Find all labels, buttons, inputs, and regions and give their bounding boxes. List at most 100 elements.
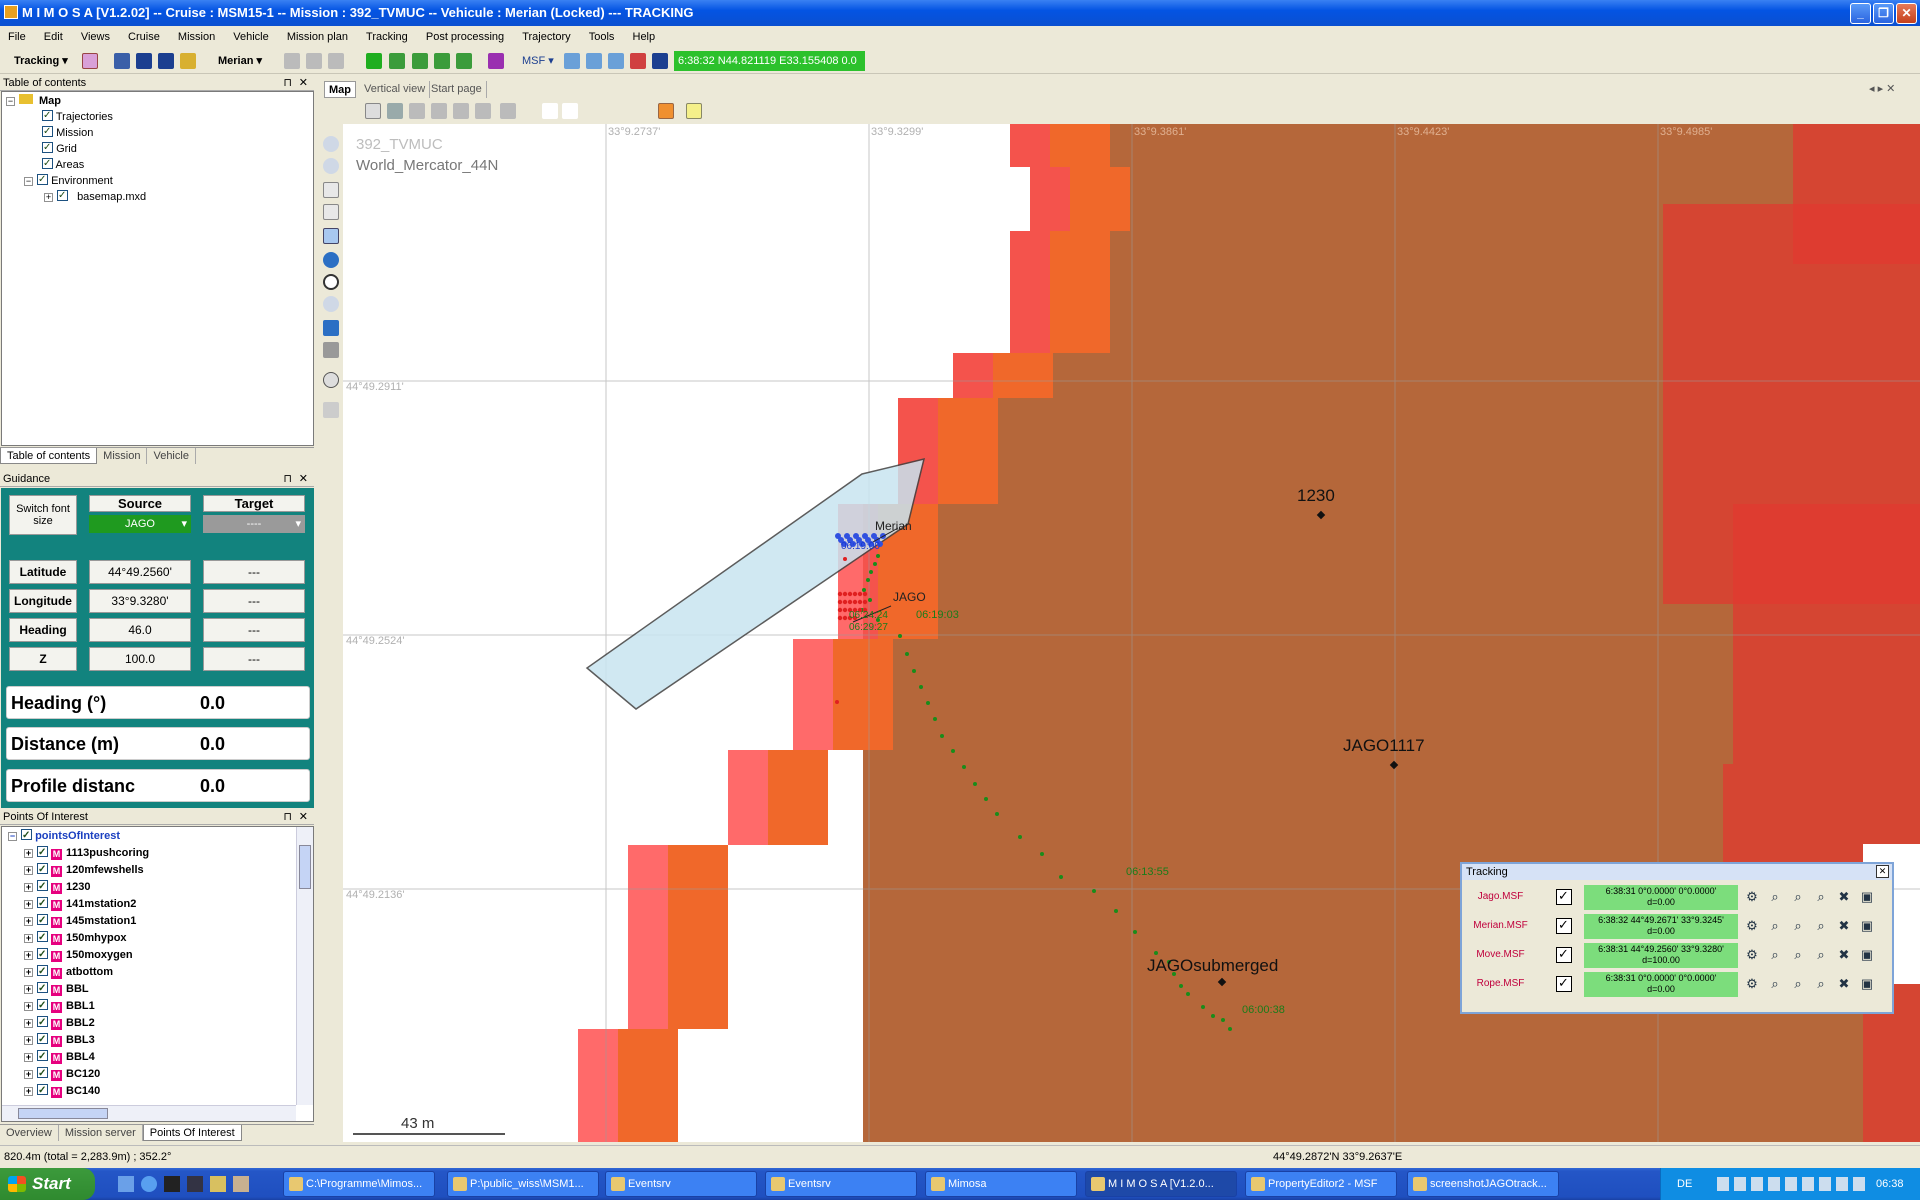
calendar-icon[interactable] (82, 53, 98, 69)
poi-item-checkbox[interactable] (37, 1031, 48, 1048)
vehicle-dropdown[interactable]: Merian ▾ (218, 52, 262, 70)
poi-scrollbar[interactable] (296, 827, 313, 1105)
save-icon[interactable] (136, 53, 152, 69)
grid-icon[interactable] (284, 53, 300, 69)
trajectory-add-icon[interactable] (412, 53, 428, 69)
expand-icon[interactable]: + (24, 849, 33, 858)
tracking-source-name[interactable]: Rope.MSF (1468, 971, 1533, 996)
quicklaunch-desktop-icon[interactable] (118, 1176, 134, 1192)
poi-hscroll-thumb[interactable] (18, 1108, 108, 1119)
tracking-enable-checkbox[interactable] (1556, 975, 1572, 992)
poi-root-checkbox[interactable] (21, 827, 32, 844)
expand-icon[interactable]: + (24, 1087, 33, 1096)
tab-nav-icon[interactable]: ◂ ▸ ✕ (1865, 81, 1899, 98)
full-extent-icon[interactable] (323, 252, 339, 268)
settings-icon[interactable]: ⚙ (1744, 947, 1760, 963)
environment-checkbox[interactable] (37, 172, 48, 188)
tab-mission[interactable]: Mission (97, 448, 148, 464)
poi-root[interactable]: − pointsOfInterest (8, 827, 120, 845)
menu-help[interactable]: Help (625, 27, 663, 43)
follow-icon[interactable]: ⌕ (1813, 976, 1829, 992)
tracking-source-name[interactable]: Jago.MSF (1468, 884, 1533, 909)
zoom-extent-icon[interactable]: ⌕ (1790, 918, 1806, 934)
minimize-button[interactable]: _ (1850, 3, 1871, 24)
toc-close-icon[interactable]: ✕ (299, 76, 308, 91)
fixed-zoom-out-icon[interactable] (323, 204, 339, 220)
measure-icon[interactable] (323, 402, 339, 418)
poi-item-checkbox[interactable] (37, 1014, 48, 1031)
menu-mission[interactable]: Mission (170, 27, 222, 43)
rotate-icon[interactable] (387, 103, 403, 119)
poi-list-item[interactable]: + Matbottom (24, 963, 113, 981)
tracking-enable-checkbox[interactable] (1556, 946, 1572, 963)
expand-icon[interactable]: + (24, 968, 33, 977)
expand-icon[interactable]: + (44, 193, 53, 202)
tab-mission-server[interactable]: Mission server (59, 1125, 143, 1141)
save-icon[interactable]: ▣ (1859, 889, 1875, 905)
taskbar-task[interactable]: Mimosa (925, 1171, 1077, 1197)
quicklaunch-folder-icon[interactable] (210, 1176, 226, 1192)
fixed-zoom-in-icon[interactable] (323, 182, 339, 198)
expand-icon[interactable]: + (24, 951, 33, 960)
tracking-enable-checkbox[interactable] (1556, 888, 1572, 905)
taskbar-task[interactable]: P:\public_wiss\MSM1... (447, 1171, 599, 1197)
poi-list-item[interactable]: + M 145mstation1 (24, 912, 136, 930)
menu-file[interactable]: File (0, 27, 33, 43)
toc-item-mission[interactable]: Mission (42, 124, 93, 141)
trajectories-checkbox[interactable] (42, 108, 53, 124)
settings-icon[interactable]: ⚙ (1744, 889, 1760, 905)
menu-vehicle[interactable]: Vehicle (225, 27, 275, 43)
menu-mission-plan[interactable]: Mission plan (279, 27, 355, 43)
poi-close-icon[interactable]: ✕ (299, 810, 308, 825)
zoom-icon[interactable]: ⌕ (1767, 889, 1783, 905)
poi-list-item[interactable]: + M 1113pushcoring (24, 844, 149, 862)
chart-icon[interactable] (389, 53, 405, 69)
forward-arrow-icon[interactable] (323, 342, 339, 358)
poi-list-item[interactable]: + M BBL4 (24, 1048, 95, 1066)
tab-vertical-view[interactable]: Vertical view (360, 81, 431, 98)
poi-list-item[interactable]: + M BC120 (24, 1065, 100, 1083)
poi-item-checkbox[interactable] (37, 963, 48, 980)
taskbar-task[interactable]: screenshotJAGOtrack... (1407, 1171, 1559, 1197)
lock-icon[interactable] (180, 53, 196, 69)
menu-cruise[interactable]: Cruise (120, 27, 167, 43)
clear-icon[interactable]: ✖ (1836, 947, 1852, 963)
poi-item-checkbox[interactable] (37, 912, 48, 929)
clear-icon[interactable]: ✖ (1836, 918, 1852, 934)
poi-item-checkbox[interactable] (37, 1048, 48, 1065)
menu-post-processing[interactable]: Post processing (418, 27, 511, 43)
target-select[interactable]: ---- ▾ (203, 515, 305, 533)
menu-tracking[interactable]: Tracking (358, 27, 415, 43)
poi-item-checkbox[interactable] (37, 878, 48, 895)
zoom-vehicle-icon[interactable] (564, 53, 580, 69)
poi-list-item[interactable]: + M 1230 (24, 878, 90, 896)
poi-item-checkbox[interactable] (37, 946, 48, 963)
msf-dropdown[interactable]: MSF ▾ (522, 52, 554, 70)
toc-item-map[interactable]: − Map (6, 93, 61, 109)
expand-icon[interactable]: + (24, 917, 33, 926)
zoom-box-icon[interactable] (323, 296, 339, 312)
zoom-icon[interactable]: ⌕ (1767, 947, 1783, 963)
taskbar-task[interactable]: PropertyEditor2 - MSF (1245, 1171, 1397, 1197)
pin-icon[interactable]: ⊓ (283, 76, 292, 91)
zoom-extent-icon[interactable]: ⌕ (1790, 947, 1806, 963)
lines-icon[interactable] (431, 103, 447, 119)
menu-edit[interactable]: Edit (36, 27, 70, 43)
tracking-source-name[interactable]: Merian.MSF (1468, 913, 1533, 938)
center-icon[interactable] (323, 274, 339, 290)
grid-checkbox[interactable] (42, 140, 53, 156)
expand-icon[interactable]: + (24, 900, 33, 909)
zoom-extent-icon[interactable]: ⌕ (1790, 976, 1806, 992)
expand-icon[interactable]: + (24, 934, 33, 943)
poi-list-item[interactable]: + M 150moxygen (24, 946, 133, 964)
save-icon[interactable]: ▣ (1859, 976, 1875, 992)
expand-icon[interactable]: + (24, 866, 33, 875)
back-arrow-icon[interactable] (323, 320, 339, 336)
source-select[interactable]: JAGO ▾ (89, 515, 191, 533)
tab-start-page[interactable]: Start page (427, 81, 487, 98)
areas-checkbox[interactable] (42, 156, 53, 172)
tracking-titlebar[interactable]: Tracking ✕ (1462, 864, 1892, 880)
poi-item-checkbox[interactable] (37, 980, 48, 997)
tab-points-of-interest[interactable]: Points Of Interest (142, 1125, 242, 1141)
table-icon[interactable] (306, 53, 322, 69)
